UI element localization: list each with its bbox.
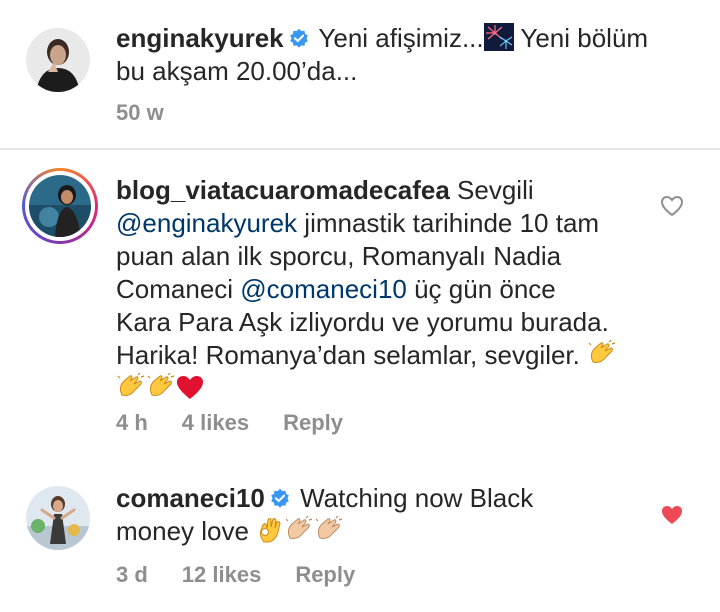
commenter-avatar[interactable] — [26, 486, 90, 550]
mention-link[interactable]: @comaneci10 — [240, 274, 407, 304]
post-meta: 50 w — [116, 100, 198, 126]
comment-likes-count[interactable]: 12 likes — [182, 562, 262, 587]
clapping-hands-emoji — [147, 373, 175, 396]
verified-badge-icon — [289, 28, 308, 48]
clapping-hands-emoji — [117, 373, 145, 396]
ok-hand-emoji — [260, 518, 281, 543]
caption-part-2: Yeni bölüm — [520, 23, 649, 53]
commenter-avatar[interactable] — [29, 175, 91, 237]
comment-line: Sevgili — [457, 175, 534, 205]
clapping-hands-emoji — [588, 340, 616, 363]
comment-line: Watching now Black — [300, 483, 534, 513]
verified-badge-icon — [271, 488, 289, 508]
comment-meta: 4 h 4 likes Reply — [116, 410, 377, 436]
comment-line: jimnastik tarihinde 10 tam — [297, 208, 600, 238]
post-age: 50 w — [116, 100, 164, 125]
reply-button[interactable]: Reply — [283, 410, 343, 435]
comment-age: 4 h — [116, 410, 148, 435]
post-caption: enginakyurek Yeni afişimiz... Yeni bölüm… — [0, 0, 720, 148]
comment-likes-count[interactable]: 4 likes — [182, 410, 249, 435]
comment-line: Harika! Romanya’dan selamlar, sevgiler. — [116, 340, 588, 370]
comment-text: blog_viatacuaromadecafea Sevgili @engina… — [116, 174, 617, 405]
commenter-username[interactable]: comaneci10 — [116, 483, 265, 513]
firework-emoji — [483, 23, 514, 51]
comment-line: Comaneci — [116, 274, 241, 304]
post-author-username[interactable]: enginakyurek — [116, 23, 284, 53]
comment-line: money love — [116, 516, 257, 546]
red-heart-emoji — [177, 376, 203, 399]
comment-line: Kara Para Aşk izliyordu ve yorumu burada… — [116, 307, 609, 337]
reply-button[interactable]: Reply — [295, 562, 355, 587]
commenter-username[interactable]: blog_viatacuaromadecafea — [116, 175, 450, 205]
comment-text: comaneci10 Watching now Black money love — [116, 482, 533, 548]
comment-meta: 3 d 12 likes Reply — [116, 562, 389, 588]
comment-line: üç gün önce — [406, 274, 556, 304]
comment-line: puan alan ilk sporcu, Romanyalı Nadia — [116, 241, 562, 271]
mention-link[interactable]: @enginakyurek — [116, 208, 297, 238]
post-caption-text: enginakyurek Yeni afişimiz... Yeni bölüm… — [116, 22, 648, 88]
like-heart-icon[interactable] — [660, 195, 684, 217]
clapping-hands-emoji — [285, 516, 313, 539]
clapping-hands-emoji — [315, 516, 343, 539]
comment-age: 3 d — [116, 562, 148, 587]
caption-part-1: Yeni afişimiz... — [318, 23, 484, 53]
caption-part-3: bu akşam 20.00’da... — [116, 56, 358, 86]
liked-heart-icon[interactable] — [660, 504, 684, 526]
post-author-avatar[interactable] — [26, 28, 90, 92]
